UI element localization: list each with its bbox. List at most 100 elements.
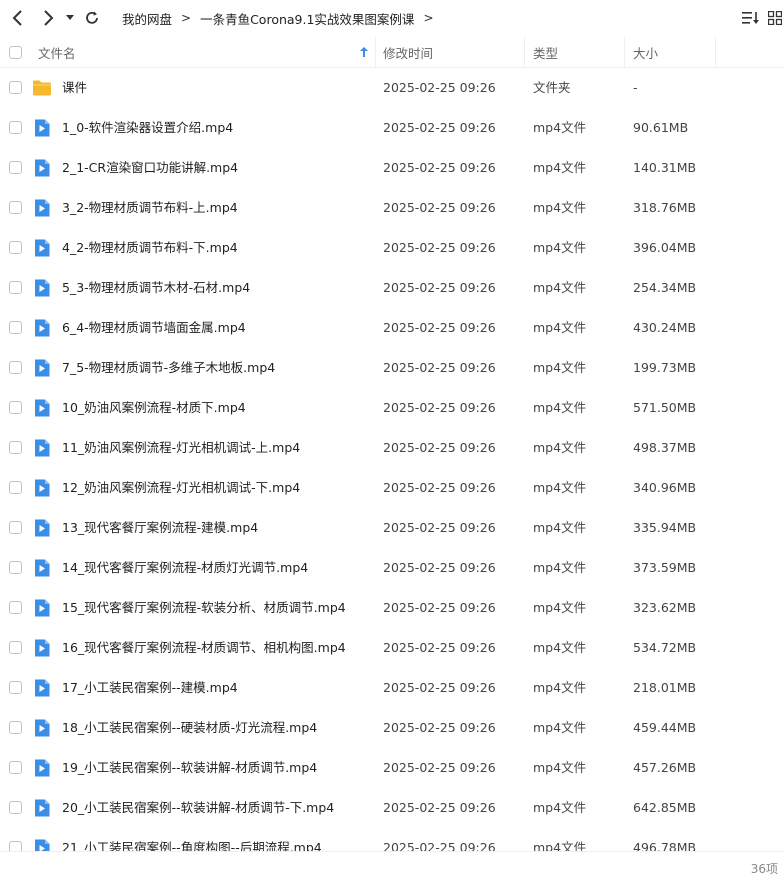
file-name[interactable]: 18_小工装民宿案例--硬装材质-灯光流程.mp4 bbox=[62, 708, 317, 748]
column-header-name[interactable]: 文件名 bbox=[38, 36, 374, 68]
file-modified-time: 2025-02-25 09:26 bbox=[383, 800, 496, 815]
file-name[interactable]: 3_2-物理材质调节布料-上.mp4 bbox=[62, 188, 238, 228]
back-icon[interactable] bbox=[6, 6, 30, 30]
file-row[interactable]: 课件 2025-02-25 09:26 文件夹 - bbox=[0, 68, 784, 108]
column-header-size[interactable]: 大小 bbox=[633, 36, 658, 68]
column-header-name-label: 文件名 bbox=[38, 45, 76, 61]
breadcrumb-separator: > bbox=[181, 11, 192, 25]
file-row[interactable]: 15_现代客餐厅案例流程-软装分析、材质调节.mp4 2025-02-25 09:… bbox=[0, 588, 784, 628]
file-size: 90.61MB bbox=[633, 120, 689, 135]
file-modified-time: 2025-02-25 09:26 bbox=[383, 160, 496, 175]
file-name[interactable]: 15_现代客餐厅案例流程-软装分析、材质调节.mp4 bbox=[62, 588, 346, 628]
file-name[interactable]: 20_小工装民宿案例--软装讲解-材质调节-下.mp4 bbox=[62, 788, 334, 828]
file-name[interactable]: 1_0-软件渲染器设置介绍.mp4 bbox=[62, 108, 233, 148]
file-size: 459.44MB bbox=[633, 720, 697, 735]
row-checkbox[interactable] bbox=[9, 761, 22, 774]
file-size: 323.62MB bbox=[633, 600, 697, 615]
file-type: mp4文件 bbox=[533, 520, 587, 535]
file-row[interactable]: 4_2-物理材质调节布料-下.mp4 2025-02-25 09:26 mp4文件 3… bbox=[0, 228, 784, 268]
sort-icon[interactable] bbox=[740, 8, 762, 28]
file-row[interactable]: 13_现代客餐厅案例流程-建模.mp4 2025-02-25 09:26 mp4文件… bbox=[0, 508, 784, 548]
video-file-icon bbox=[32, 318, 52, 338]
file-row[interactable]: 5_3-物理材质调节木材-石材.mp4 2025-02-25 09:26 mp4文件… bbox=[0, 268, 784, 308]
file-name[interactable]: 16_现代客餐厅案例流程-材质调节、相机构图.mp4 bbox=[62, 628, 346, 668]
file-name[interactable]: 19_小工装民宿案例--软装讲解-材质调节.mp4 bbox=[62, 748, 317, 788]
file-name[interactable]: 13_现代客餐厅案例流程-建模.mp4 bbox=[62, 508, 258, 548]
history-dropdown-icon[interactable] bbox=[63, 6, 77, 30]
column-header-size-label: 大小 bbox=[633, 45, 659, 61]
row-checkbox[interactable] bbox=[9, 441, 22, 454]
file-row[interactable]: 1_0-软件渲染器设置介绍.mp4 2025-02-25 09:26 mp4文件 90… bbox=[0, 108, 784, 148]
row-checkbox[interactable] bbox=[9, 81, 22, 94]
row-checkbox[interactable] bbox=[9, 521, 22, 534]
file-type: mp4文件 bbox=[533, 600, 587, 615]
column-header-modified-label: 修改时间 bbox=[383, 45, 434, 61]
row-checkbox[interactable] bbox=[9, 401, 22, 414]
column-divider bbox=[715, 36, 716, 68]
file-name[interactable]: 5_3-物理材质调节木材-石材.mp4 bbox=[62, 268, 250, 308]
forward-icon[interactable] bbox=[36, 6, 60, 30]
file-row[interactable]: 14_现代客餐厅案例流程-材质灯光调节.mp4 2025-02-25 09:26 m… bbox=[0, 548, 784, 588]
file-modified-time: 2025-02-25 09:26 bbox=[383, 640, 496, 655]
row-checkbox[interactable] bbox=[9, 561, 22, 574]
video-file-icon bbox=[32, 358, 52, 378]
file-name[interactable]: 课件 bbox=[62, 68, 87, 108]
file-name[interactable]: 10_奶油风案例流程-材质下.mp4 bbox=[62, 388, 246, 428]
file-row[interactable]: 20_小工装民宿案例--软装讲解-材质调节-下.mp4 2025-02-25 09… bbox=[0, 788, 784, 828]
row-checkbox[interactable] bbox=[9, 321, 22, 334]
file-name[interactable]: 7_5-物理材质调节-多维子木地板.mp4 bbox=[62, 348, 275, 388]
row-checkbox[interactable] bbox=[9, 281, 22, 294]
sort-ascending-icon[interactable] bbox=[360, 36, 368, 68]
row-checkbox[interactable] bbox=[9, 241, 22, 254]
file-modified-time: 2025-02-25 09:26 bbox=[383, 360, 496, 375]
file-type: mp4文件 bbox=[533, 760, 587, 775]
refresh-icon[interactable] bbox=[80, 6, 104, 30]
row-checkbox[interactable] bbox=[9, 121, 22, 134]
column-header-type[interactable]: 类型 bbox=[533, 36, 558, 68]
file-name[interactable]: 11_奶油风案例流程-灯光相机调试-上.mp4 bbox=[62, 428, 300, 468]
row-checkbox[interactable] bbox=[9, 361, 22, 374]
file-row[interactable]: 7_5-物理材质调节-多维子木地板.mp4 2025-02-25 09:26 mp4… bbox=[0, 348, 784, 388]
file-size: 335.94MB bbox=[633, 520, 697, 535]
breadcrumb-current-folder[interactable]: 一条青鱼Corona9.1实战效果图案例课 bbox=[200, 9, 414, 28]
row-checkbox[interactable] bbox=[9, 161, 22, 174]
file-size: 642.85MB bbox=[633, 800, 697, 815]
file-row[interactable]: 2_1-CR渲染窗口功能讲解.mp4 2025-02-25 09:26 mp4文件 1… bbox=[0, 148, 784, 188]
row-checkbox[interactable] bbox=[9, 721, 22, 734]
file-name[interactable]: 14_现代客餐厅案例流程-材质灯光调节.mp4 bbox=[62, 548, 308, 588]
row-checkbox[interactable] bbox=[9, 681, 22, 694]
row-checkbox[interactable] bbox=[9, 481, 22, 494]
file-type: mp4文件 bbox=[533, 280, 587, 295]
column-header-modified[interactable]: 修改时间 bbox=[383, 36, 433, 68]
file-name[interactable]: 12_奶油风案例流程-灯光相机调试-下.mp4 bbox=[62, 468, 300, 508]
file-modified-time: 2025-02-25 09:26 bbox=[383, 600, 496, 615]
row-checkbox[interactable] bbox=[9, 201, 22, 214]
select-all-checkbox[interactable] bbox=[9, 36, 22, 68]
file-modified-time: 2025-02-25 09:26 bbox=[383, 80, 496, 95]
file-row[interactable]: 17_小工装民宿案例--建模.mp4 2025-02-25 09:26 mp4文件 2… bbox=[0, 668, 784, 708]
file-name[interactable]: 6_4-物理材质调节墙面金属.mp4 bbox=[62, 308, 246, 348]
row-checkbox[interactable] bbox=[9, 641, 22, 654]
file-row[interactable]: 10_奶油风案例流程-材质下.mp4 2025-02-25 09:26 mp4文件 5… bbox=[0, 388, 784, 428]
file-type: mp4文件 bbox=[533, 720, 587, 735]
file-row[interactable]: 11_奶油风案例流程-灯光相机调试-上.mp4 2025-02-25 09:26 m… bbox=[0, 428, 784, 468]
file-row[interactable]: 3_2-物理材质调节布料-上.mp4 2025-02-25 09:26 mp4文件 3… bbox=[0, 188, 784, 228]
grid-view-icon[interactable] bbox=[766, 8, 784, 28]
file-modified-time: 2025-02-25 09:26 bbox=[383, 760, 496, 775]
file-size: 396.04MB bbox=[633, 240, 697, 255]
file-name[interactable]: 4_2-物理材质调节布料-下.mp4 bbox=[62, 228, 238, 268]
file-name[interactable]: 2_1-CR渲染窗口功能讲解.mp4 bbox=[62, 148, 238, 188]
file-row[interactable]: 12_奶油风案例流程-灯光相机调试-下.mp4 2025-02-25 09:26 m… bbox=[0, 468, 784, 508]
breadcrumb-root[interactable]: 我的网盘 bbox=[122, 9, 172, 28]
file-type: mp4文件 bbox=[533, 440, 587, 455]
file-name[interactable]: 17_小工装民宿案例--建模.mp4 bbox=[62, 668, 238, 708]
file-type: mp4文件 bbox=[533, 640, 587, 655]
row-checkbox[interactable] bbox=[9, 601, 22, 614]
file-row[interactable]: 18_小工装民宿案例--硬装材质-灯光流程.mp4 2025-02-25 09:2… bbox=[0, 708, 784, 748]
row-checkbox[interactable] bbox=[9, 801, 22, 814]
file-row[interactable]: 19_小工装民宿案例--软装讲解-材质调节.mp4 2025-02-25 09:2… bbox=[0, 748, 784, 788]
file-size: 430.24MB bbox=[633, 320, 697, 335]
video-file-icon bbox=[32, 238, 52, 258]
file-row[interactable]: 6_4-物理材质调节墙面金属.mp4 2025-02-25 09:26 mp4文件 4… bbox=[0, 308, 784, 348]
file-row[interactable]: 16_现代客餐厅案例流程-材质调节、相机构图.mp4 2025-02-25 09:… bbox=[0, 628, 784, 668]
